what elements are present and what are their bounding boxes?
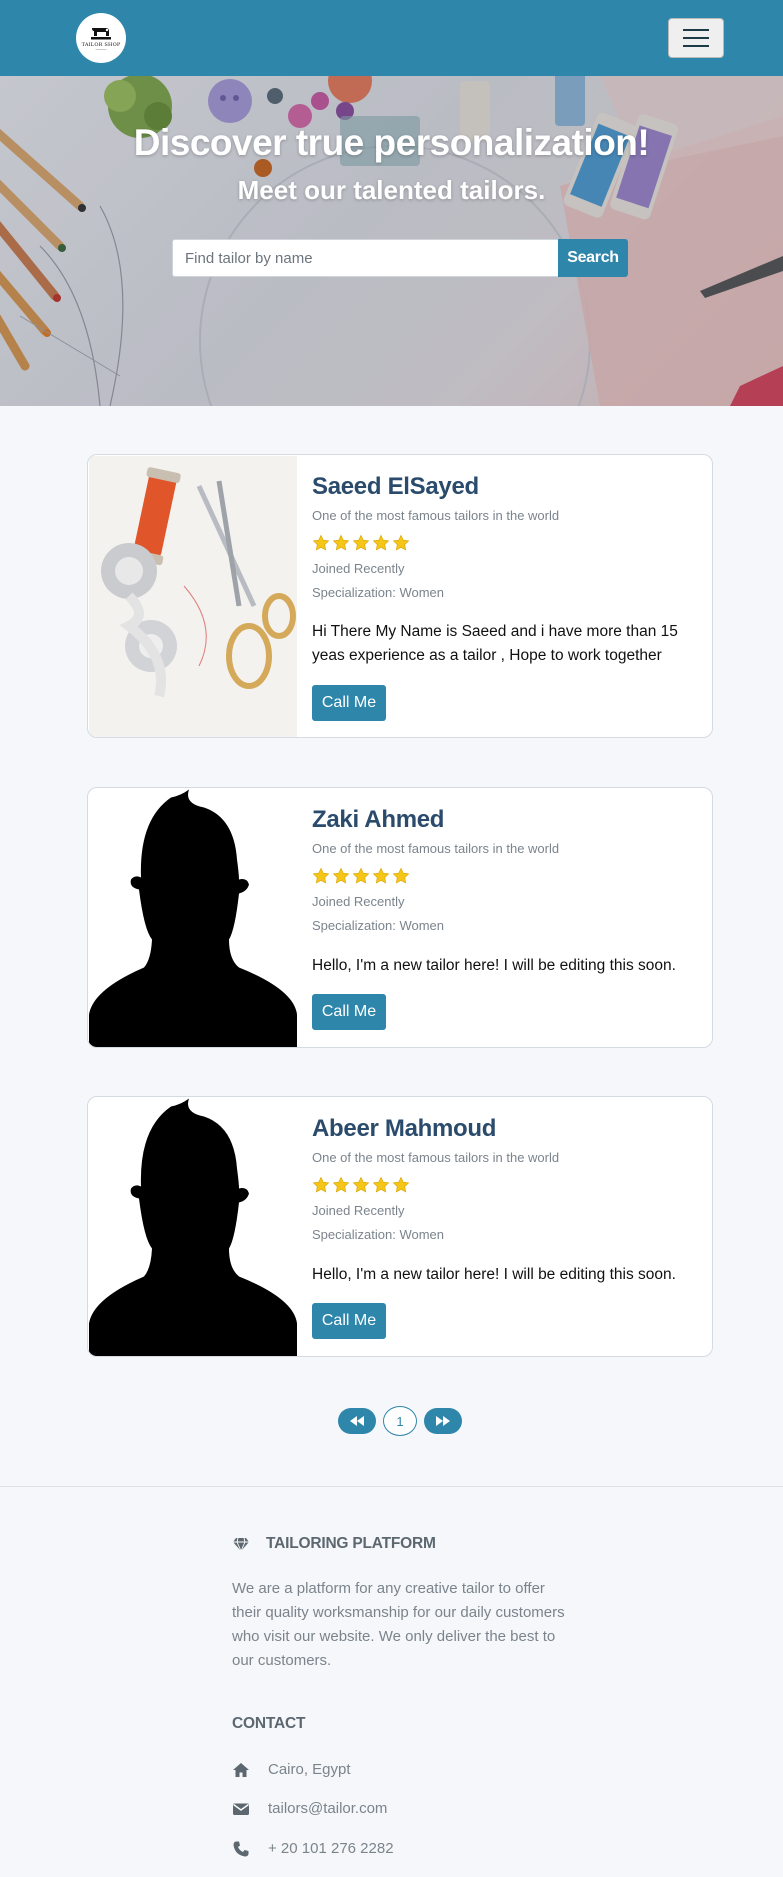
- footer-contact-heading: CONTACT: [232, 1715, 306, 1732]
- tailor-card: Abeer Mahmoud One of the most famous tai…: [87, 1096, 713, 1357]
- star-icon: [352, 867, 370, 885]
- double-chevron-left-icon: [350, 1416, 364, 1426]
- hero-title: Discover true personalization!: [133, 122, 650, 163]
- star-icon: [392, 1176, 410, 1194]
- previous-page-button[interactable]: [338, 1408, 376, 1434]
- footer-address: Cairo, Egypt: [268, 1761, 351, 1778]
- tailor-avatar-placeholder: [89, 789, 297, 1048]
- tailor-tagline: One of the most famous tailors in the wo…: [312, 841, 560, 856]
- footer-phone[interactable]: + 20 101 276 2282: [268, 1840, 394, 1857]
- tailor-card-body: Saeed ElSayed One of the most famous tai…: [312, 455, 702, 737]
- star-icon: [392, 534, 410, 552]
- hamburger-icon-line: [683, 45, 709, 47]
- footer-about-heading: TAILORING PLATFORM: [266, 1535, 436, 1552]
- tailor-card: Saeed ElSayed One of the most famous tai…: [87, 454, 713, 738]
- tailor-name[interactable]: Zaki Ahmed: [312, 806, 444, 834]
- phone-icon: [233, 1841, 249, 1857]
- star-icon: [392, 867, 410, 885]
- tailor-joined: Joined Recently: [312, 894, 405, 909]
- call-me-button[interactable]: Call Me: [312, 1303, 386, 1339]
- star-icon: [312, 1176, 330, 1194]
- diamond-icon: [233, 1537, 249, 1552]
- next-page-button[interactable]: [424, 1408, 462, 1434]
- tailor-joined: Joined Recently: [312, 561, 405, 576]
- tailor-specialization: Specialization: Women: [312, 1227, 444, 1242]
- hamburger-icon-line: [683, 29, 709, 31]
- star-rating: [312, 1176, 410, 1194]
- star-icon: [372, 534, 390, 552]
- home-icon: [233, 1763, 249, 1777]
- menu-toggle-button[interactable]: [668, 18, 724, 58]
- hero-banner: Discover true personalization! Meet our …: [0, 76, 783, 406]
- footer-divider: [0, 1486, 783, 1487]
- footer-email[interactable]: tailors@tailor.com: [268, 1800, 387, 1817]
- call-me-button[interactable]: Call Me: [312, 685, 386, 721]
- star-rating: [312, 534, 410, 552]
- star-icon: [332, 534, 350, 552]
- navbar: TAILOR SHOP ──────: [0, 0, 783, 76]
- hero-subtitle: Meet our talented tailors.: [237, 175, 546, 205]
- star-icon: [352, 534, 370, 552]
- brand-underline: ──────: [95, 47, 107, 52]
- tailor-card-body: Zaki Ahmed One of the most famous tailor…: [312, 788, 702, 1047]
- tailor-specialization: Specialization: Women: [312, 585, 444, 600]
- call-me-button[interactable]: Call Me: [312, 994, 386, 1030]
- tailor-card-body: Abeer Mahmoud One of the most famous tai…: [312, 1097, 702, 1356]
- hamburger-icon-line: [683, 37, 709, 39]
- tailor-bio: Hi There My Name is Saeed and i have mor…: [312, 623, 678, 664]
- tailor-avatar-placeholder: [89, 1098, 297, 1357]
- star-icon: [332, 867, 350, 885]
- envelope-icon: [233, 1803, 249, 1815]
- star-rating: [312, 867, 410, 885]
- footer-about-text: We are a platform for any creative tailo…: [232, 1580, 565, 1669]
- double-chevron-right-icon: [436, 1416, 450, 1426]
- tailor-card: Zaki Ahmed One of the most famous tailor…: [87, 787, 713, 1048]
- tailor-tagline: One of the most famous tailors in the wo…: [312, 508, 560, 523]
- star-icon: [312, 867, 330, 885]
- tailor-tagline: One of the most famous tailors in the wo…: [312, 1150, 560, 1165]
- tailor-search-input[interactable]: [172, 239, 558, 277]
- tailor-joined: Joined Recently: [312, 1203, 405, 1218]
- star-icon: [352, 1176, 370, 1194]
- page-number-current[interactable]: 1: [383, 1406, 417, 1436]
- tailor-specialization: Specialization: Women: [312, 918, 444, 933]
- brand-logo[interactable]: TAILOR SHOP ──────: [76, 13, 126, 63]
- tailor-name[interactable]: Saeed ElSayed: [312, 473, 479, 501]
- search-button[interactable]: Search: [558, 239, 628, 277]
- sewing-machine-icon: [91, 27, 111, 39]
- tailor-bio: Hello, I'm a new tailor here! I will be …: [312, 957, 676, 974]
- tailor-bio: Hello, I'm a new tailor here! I will be …: [312, 1266, 676, 1283]
- star-icon: [372, 867, 390, 885]
- star-icon: [312, 534, 330, 552]
- star-icon: [332, 1176, 350, 1194]
- tailor-photo: [89, 456, 297, 737]
- star-icon: [372, 1176, 390, 1194]
- tailor-name[interactable]: Abeer Mahmoud: [312, 1115, 496, 1143]
